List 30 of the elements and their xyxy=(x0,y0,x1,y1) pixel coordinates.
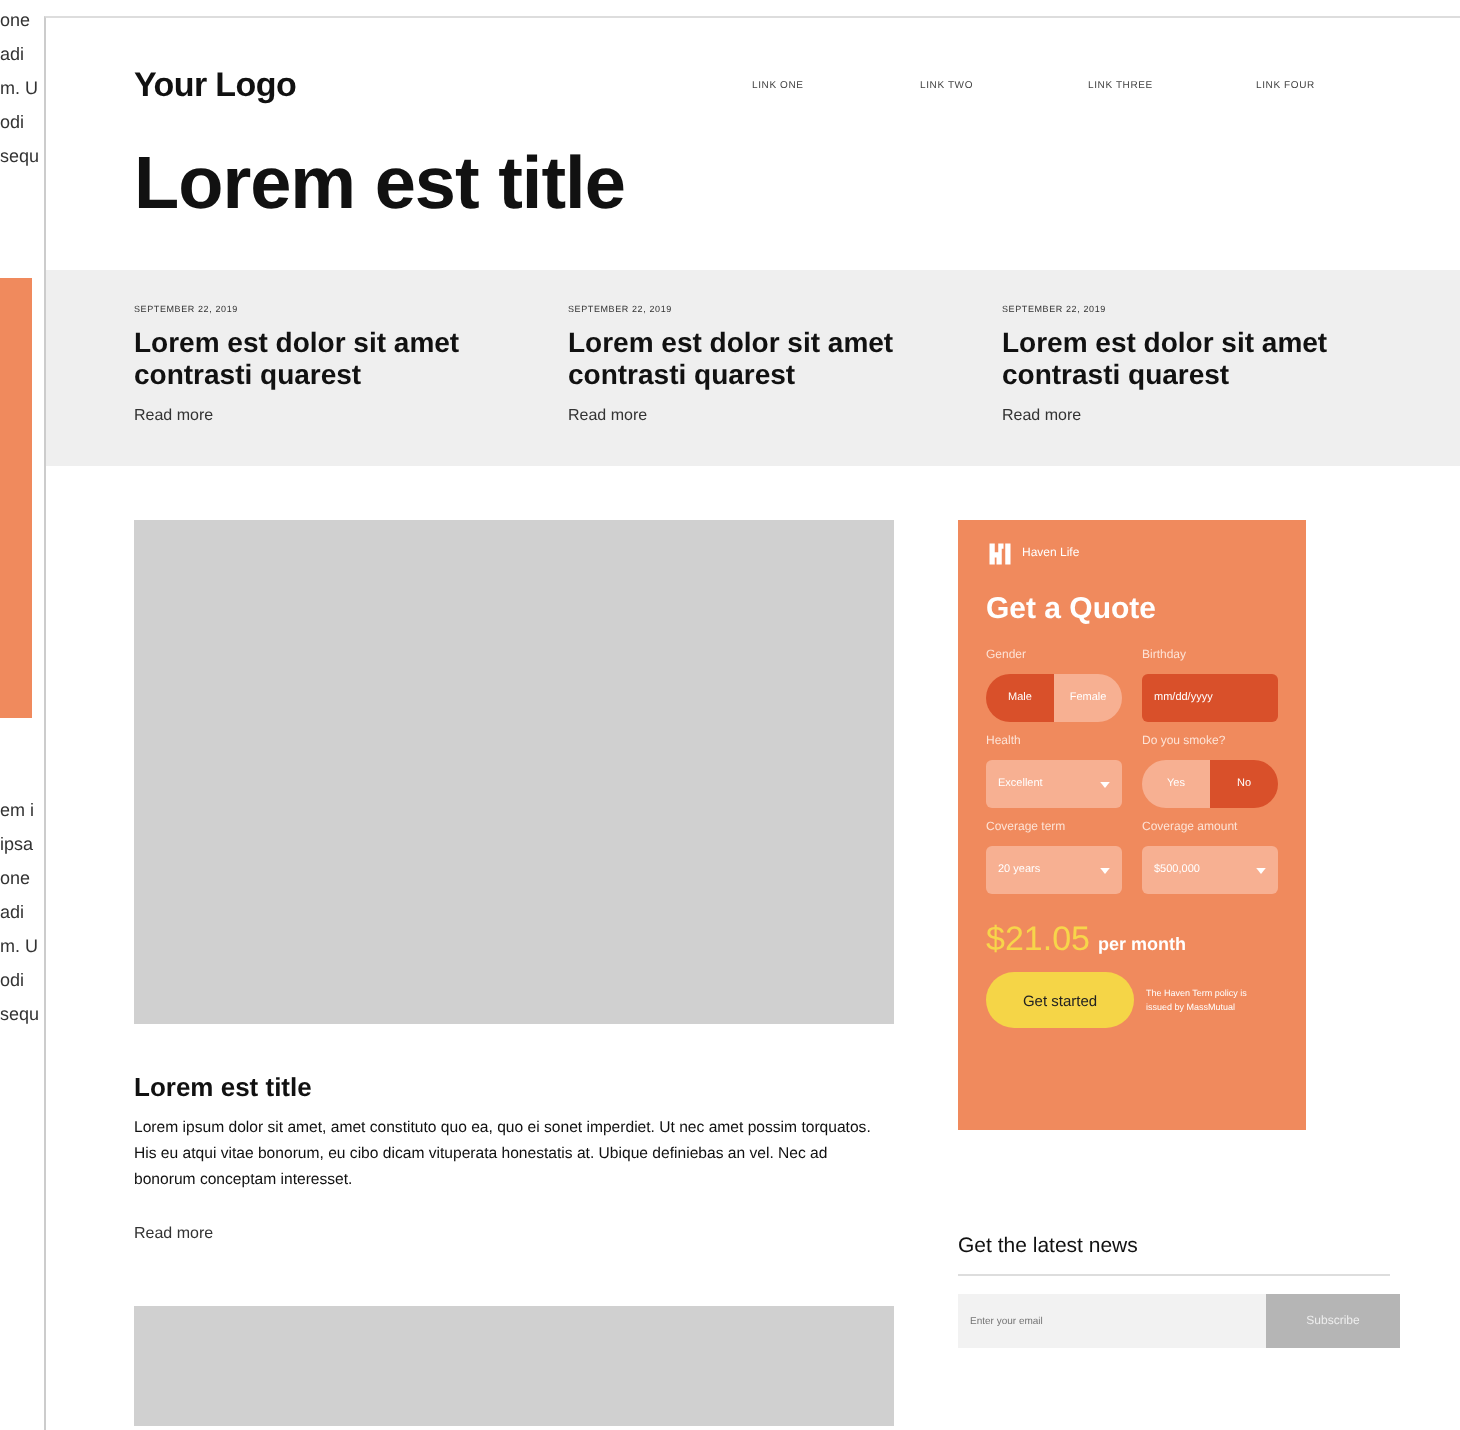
newsletter-title: Get the latest news xyxy=(958,1234,1390,1276)
article-title: Lorem est title xyxy=(134,1072,314,1102)
price: $21.05 xyxy=(986,920,1090,960)
background-text: one xyxy=(0,8,33,34)
read-more-link[interactable]: Read more xyxy=(134,406,568,424)
background-text: adi xyxy=(0,42,27,68)
background-text: adi xyxy=(0,900,27,926)
post-title: Lorem est dolor sit amet contrasti quarest xyxy=(1002,326,1330,390)
brand-logo-icon xyxy=(986,540,1014,568)
background-text: one xyxy=(0,866,33,892)
read-more-link[interactable]: Read more xyxy=(134,1224,894,1242)
background-text: em i xyxy=(0,798,37,824)
background-text: m. U xyxy=(0,934,40,960)
price-period: per month xyxy=(1098,934,1186,954)
read-more-link[interactable]: Read more xyxy=(1002,406,1436,424)
post-title: Lorem est dolor sit amet contrasti quarest xyxy=(134,326,462,390)
caret-icon xyxy=(1256,867,1266,873)
background-text: sequ xyxy=(0,1002,40,1028)
quote-title: Get a Quote xyxy=(986,592,1159,626)
read-more-link[interactable]: Read more xyxy=(568,406,1002,424)
background-text: m. U xyxy=(0,76,40,102)
logo[interactable]: Your Logo xyxy=(134,66,297,106)
page-title: Lorem est title xyxy=(134,142,627,226)
background-text: ipsa xyxy=(0,832,36,858)
background-text: odi xyxy=(0,968,27,994)
background-text: sequ xyxy=(0,144,40,170)
caret-icon xyxy=(1100,781,1110,787)
caret-icon xyxy=(1100,867,1110,873)
post-title: Lorem est dolor sit amet contrasti quarest xyxy=(568,326,896,390)
background-text: odi xyxy=(0,110,27,136)
